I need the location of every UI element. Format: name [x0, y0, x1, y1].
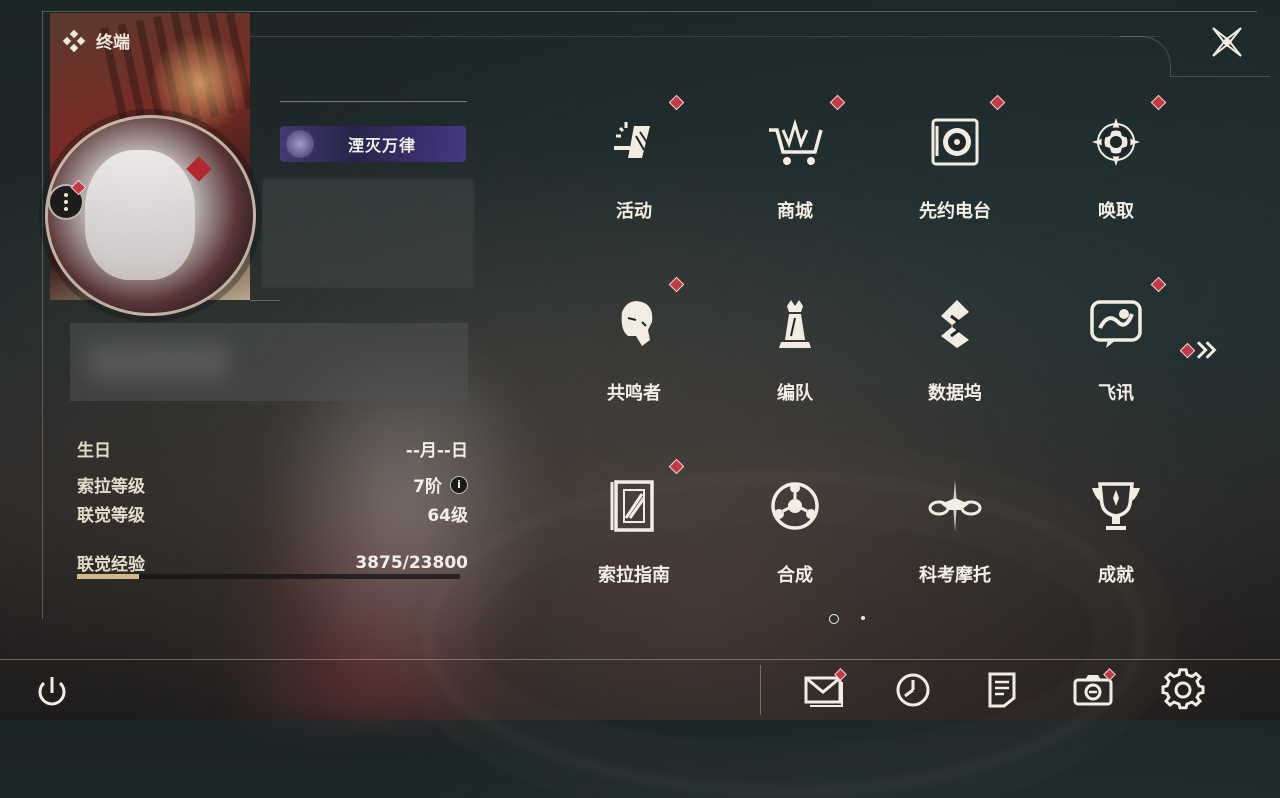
team-chess-icon [779, 300, 811, 348]
divider [250, 300, 280, 301]
power-button[interactable] [30, 671, 74, 715]
birthday-row: 生日 --月--日 [77, 436, 468, 461]
radio-icon [931, 118, 979, 166]
union-exp-label: 联觉经验 [77, 555, 145, 575]
menu-item-label: 唤取 [1098, 201, 1134, 222]
clock-icon [896, 673, 930, 707]
menu-item-label: 共鸣者 [607, 383, 661, 404]
divider [280, 101, 467, 102]
menu-item-team[interactable]: 编队 [745, 276, 845, 406]
info-icon[interactable]: i [450, 475, 468, 494]
notification-badge [1179, 342, 1196, 358]
menu-item-data-bank[interactable]: 数据坞 [905, 276, 1005, 406]
frame-left-line [42, 11, 43, 619]
union-level-label: 联觉等级 [77, 506, 145, 526]
frame-right-line [1170, 76, 1270, 77]
menu-item-label: 飞讯 [1098, 383, 1134, 404]
terminal-header: 终端 [62, 28, 130, 53]
page-indicator-dot[interactable] [861, 616, 865, 620]
trophy-icon [1092, 482, 1140, 530]
bottom-bar-line [0, 659, 1280, 660]
union-exp-progress-fill [77, 574, 140, 579]
guidebook-icon [610, 480, 654, 532]
notification-badge [1150, 276, 1167, 293]
blurred-signature[interactable] [70, 323, 468, 401]
power-icon [38, 677, 66, 706]
settings-icon [1161, 668, 1205, 710]
data-bank-icon [941, 300, 969, 348]
avatar-portrait [85, 150, 195, 280]
more-vertical-icon [64, 193, 68, 211]
frame-corner [1120, 36, 1171, 77]
bottom-bar-divider [760, 665, 761, 715]
menu-item-label: 数据坞 [928, 383, 982, 404]
notes-icon [988, 672, 1016, 708]
mail-button[interactable] [802, 668, 847, 712]
camera-button[interactable] [1071, 668, 1116, 712]
frame-top-line [42, 11, 1257, 12]
close-button[interactable] [1207, 22, 1247, 62]
double-chevron-right-icon [1196, 341, 1217, 359]
history-button[interactable] [891, 668, 935, 712]
menu-item-messages[interactable]: 飞讯 [1066, 276, 1167, 406]
menu-item-resonator[interactable]: 共鸣者 [584, 276, 685, 406]
settings-button[interactable] [1161, 668, 1205, 712]
birthday-label: 生日 [77, 441, 111, 461]
menu-item-label: 成就 [1098, 565, 1134, 586]
sola-level-row: 索拉等级 7阶 i [77, 472, 468, 497]
sola-level-label: 索拉等级 [77, 477, 145, 497]
menu-item-convene[interactable]: 唤取 [1066, 94, 1167, 224]
player-title-badge[interactable]: 湮灭万律 [280, 126, 466, 162]
motorcycle-icon [928, 480, 982, 532]
union-level-row: 联觉等级 64级 [77, 501, 468, 526]
sola-level-value: 7阶 [413, 477, 442, 497]
chat-icon [1090, 300, 1142, 348]
notification-badge [668, 94, 685, 111]
menu-item-label: 活动 [616, 201, 652, 222]
terminal-diamond-icon [62, 29, 86, 52]
union-exp-progress-bar [77, 574, 460, 579]
menu-item-guidebook[interactable]: 索拉指南 [584, 458, 685, 588]
player-title: 湮灭万律 [347, 136, 416, 155]
menu-item-event[interactable]: 活动 [584, 94, 685, 224]
menu-item-motorcycle[interactable]: 科考摩托 [905, 458, 1005, 588]
union-exp-row: 联觉经验 3875/23800 [77, 550, 468, 576]
menu-item-label: 编队 [777, 383, 813, 404]
union-exp-value: 3875/23800 [355, 552, 468, 573]
notification-badge [1150, 94, 1167, 111]
menu-item-shop[interactable]: 商城 [745, 94, 846, 224]
notification-badge [989, 94, 1006, 111]
shop-cart-icon [769, 118, 823, 165]
menu-item-label: 商城 [777, 201, 813, 222]
resonator-icon [621, 301, 653, 346]
notes-button[interactable] [980, 668, 1024, 712]
synthesis-icon [771, 482, 819, 530]
page-indicator-dot-active[interactable] [829, 614, 839, 624]
notification-badge [668, 458, 685, 475]
notification-badge [829, 94, 846, 111]
menu-item-radio[interactable]: 先约电台 [905, 94, 1006, 224]
union-level-value: 64级 [427, 506, 468, 526]
close-icon [1212, 27, 1242, 57]
menu-item-label: 合成 [777, 565, 813, 586]
menu-item-label: 科考摩托 [919, 565, 991, 586]
menu-item-label: 先约电台 [919, 201, 991, 222]
menu-item-synthesis[interactable]: 合成 [745, 458, 845, 588]
sola-level-value-wrap: 7阶 i [413, 472, 468, 497]
convene-icon [1092, 118, 1140, 166]
menu-item-achievement[interactable]: 成就 [1066, 458, 1166, 588]
notification-badge [668, 276, 685, 293]
event-icon [614, 122, 650, 158]
menu-item-label: 索拉指南 [598, 565, 670, 586]
next-page-button[interactable] [1179, 338, 1220, 362]
blurred-player-name [262, 178, 474, 288]
page-title: 终端 [96, 33, 130, 53]
birthday-value: --月--日 [405, 441, 468, 461]
frame-inner-line [250, 36, 1160, 37]
